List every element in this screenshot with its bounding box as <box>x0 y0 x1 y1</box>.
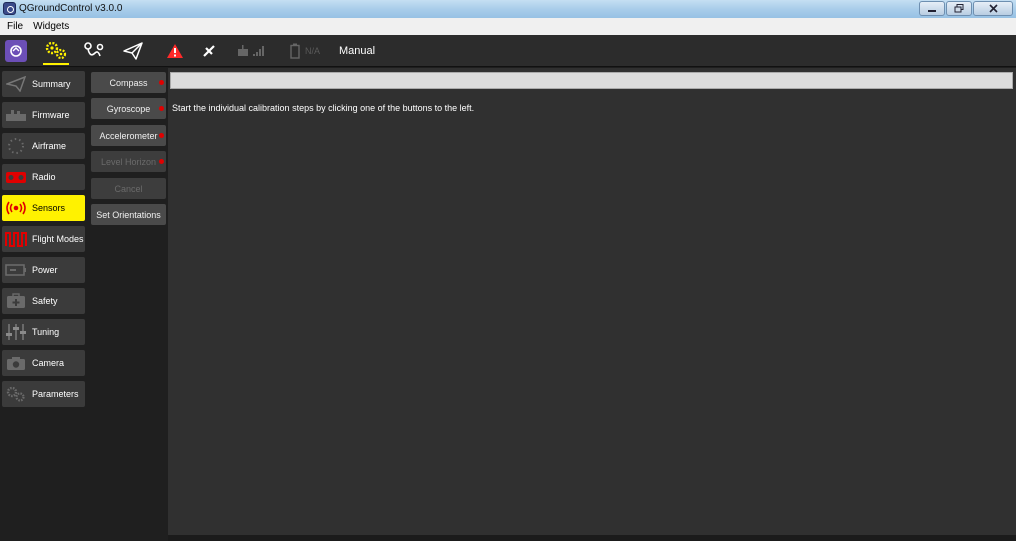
gears-icon <box>5 385 27 403</box>
bottom-edge <box>168 535 1016 541</box>
sensor-button-label: Cancel <box>114 183 143 194</box>
close-icon <box>988 4 998 13</box>
setup-gears-icon <box>45 41 67 60</box>
sidebar-item-camera[interactable]: Camera <box>2 350 85 376</box>
flight-modes-icon <box>5 230 27 248</box>
camera-icon <box>5 354 27 372</box>
sidebar-item-summary[interactable]: Summary <box>2 71 85 97</box>
sidebar-item-flight-modes[interactable]: Flight Modes <box>2 226 85 252</box>
rc-rssi-indicator[interactable] <box>232 35 272 67</box>
sidebar-item-safety[interactable]: Safety <box>2 288 85 314</box>
gps-indicator[interactable] <box>198 35 220 67</box>
sidebar-item-tuning[interactable]: Tuning <box>2 319 85 345</box>
plan-view-button[interactable] <box>81 35 107 67</box>
menu-widgets[interactable]: Widgets <box>33 21 69 32</box>
cancel-calibration-button[interactable]: Cancel <box>91 178 166 199</box>
airframe-icon <box>5 137 27 155</box>
accelerometer-calibrate-button[interactable]: Accelerometer <box>91 125 166 146</box>
sidebar-item-label: Firmware <box>32 110 70 120</box>
restore-button[interactable] <box>946 1 972 16</box>
paper-plane-icon <box>5 75 27 93</box>
firmware-board-icon <box>5 106 27 124</box>
sidebar-item-label: Radio <box>32 172 56 182</box>
sidebar-item-label: Parameters <box>32 389 79 399</box>
window-title-bar[interactable]: QGroundControl v3.0.0 <box>0 0 1016 18</box>
setup-sidebar: Summary Firmware Airframe Radio Sensors <box>0 68 87 541</box>
battery-power-icon <box>5 261 27 279</box>
fly-view-button[interactable] <box>119 35 147 67</box>
calibration-instruction-text: Start the individual calibration steps b… <box>172 103 475 113</box>
sidebar-item-airframe[interactable]: Airframe <box>2 133 85 159</box>
sidebar-item-label: Power <box>32 265 58 275</box>
close-button[interactable] <box>973 1 1013 16</box>
menu-bar: File Widgets <box>0 18 1016 35</box>
sensor-button-label: Set Orientations <box>96 209 161 220</box>
sidebar-item-radio[interactable]: Radio <box>2 164 85 190</box>
sidebar-item-sensors[interactable]: Sensors <box>2 195 85 221</box>
sidebar-item-parameters[interactable]: Parameters <box>2 381 85 407</box>
qgc-logo-icon <box>5 40 27 62</box>
sensor-button-label: Gyroscope <box>106 103 151 114</box>
sidebar-item-label: Airframe <box>32 141 67 151</box>
sidebar-item-firmware[interactable]: Firmware <box>2 102 85 128</box>
gyroscope-calibrate-button[interactable]: Gyroscope <box>91 98 166 119</box>
sensor-button-label: Compass <box>109 77 148 88</box>
gps-satellite-icon <box>203 45 215 57</box>
fly-paper-plane-icon <box>123 42 143 60</box>
minimize-icon <box>928 9 936 12</box>
setup-view-button[interactable] <box>40 35 72 67</box>
minimize-button[interactable] <box>919 1 945 16</box>
qgc-app-icon <box>3 2 16 15</box>
sensor-calibration-panel: Start the individual calibration steps b… <box>168 68 1016 535</box>
plan-waypoint-icon <box>84 42 104 57</box>
compass-calibrate-button[interactable]: Compass <box>91 72 166 93</box>
sidebar-item-label: Flight Modes <box>32 234 84 244</box>
sidebar-item-label: Safety <box>32 296 58 306</box>
level-horizon-button[interactable]: Level Horizon <box>91 151 166 172</box>
rc-signal-icon <box>238 45 264 56</box>
battery-indicator[interactable] <box>286 35 304 67</box>
sidebar-item-label: Tuning <box>32 327 60 337</box>
sidebar-item-power[interactable]: Power <box>2 257 85 283</box>
battery-status-text: N/A <box>305 46 321 56</box>
qgc-home-button[interactable] <box>3 35 29 67</box>
window-title: QGroundControl v3.0.0 <box>19 3 123 14</box>
flight-mode-selector[interactable]: Manual <box>339 35 375 67</box>
calibration-needed-indicator <box>159 80 164 85</box>
calibration-needed-indicator <box>159 106 164 111</box>
calibration-progress-bar <box>170 72 1013 89</box>
tuning-sliders-icon <box>5 323 27 341</box>
menu-file[interactable]: File <box>7 21 23 32</box>
sensor-button-label: Accelerometer <box>99 130 158 141</box>
restore-icon <box>954 4 964 13</box>
sensor-waves-icon <box>5 199 27 217</box>
sensor-calibration-buttons: Compass Gyroscope Accelerometer Level Ho… <box>87 68 168 541</box>
sidebar-item-label: Sensors <box>32 203 66 213</box>
set-orientations-button[interactable]: Set Orientations <box>91 204 166 225</box>
calibration-needed-indicator <box>159 133 164 138</box>
calibration-needed-indicator <box>159 159 164 164</box>
warning-icon <box>167 44 183 58</box>
battery-icon <box>290 43 300 59</box>
window-controls <box>918 1 1013 16</box>
sidebar-item-label: Camera <box>32 358 65 368</box>
sidebar-item-label: Summary <box>32 79 71 89</box>
main-toolbar: N/A Manual <box>0 35 1016 67</box>
message-indicator[interactable] <box>163 35 187 67</box>
radio-controller-icon <box>5 168 27 186</box>
first-aid-kit-icon <box>5 292 27 310</box>
sensor-button-label: Level Horizon <box>100 156 157 167</box>
